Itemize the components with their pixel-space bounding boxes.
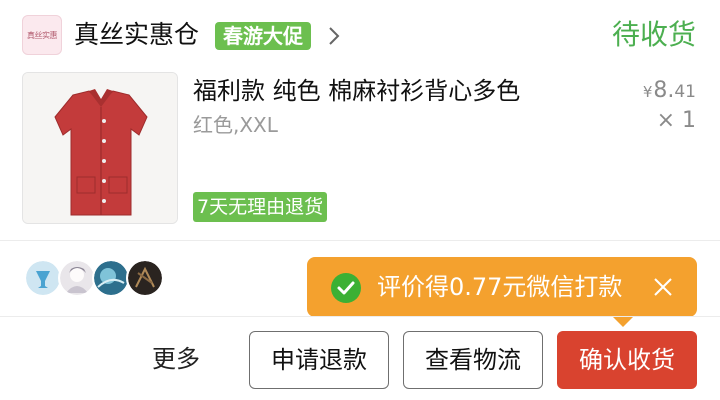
anime-avatar[interactable]: [58, 259, 96, 297]
wechat-icon: [331, 273, 361, 303]
divider: [0, 316, 720, 317]
promo-badge[interactable]: 春游大促: [215, 22, 311, 50]
dark-avatar[interactable]: [126, 259, 164, 297]
product-variant: 红色,XXL: [193, 113, 278, 137]
view-logistics-button[interactable]: 查看物流: [403, 331, 543, 389]
price-integer: 8.: [653, 78, 675, 103]
shop-logo[interactable]: 真丝实惠: [22, 15, 62, 55]
order-status: 待收货: [611, 18, 696, 51]
product-row[interactable]: 福利款 纯色 棉麻衬衫背心多色 红色,XXL 7天无理由退货 ¥8.41 × 1: [0, 64, 720, 240]
return-policy-badge: 7天无理由退货: [193, 192, 328, 222]
planet-avatar[interactable]: [92, 259, 130, 297]
shop-name[interactable]: 真丝实惠仓: [74, 17, 199, 53]
confirm-receipt-button[interactable]: 确认收货: [557, 331, 697, 389]
product-price: ¥8.41: [643, 76, 696, 107]
close-icon[interactable]: [651, 275, 675, 299]
cup-avatar[interactable]: [24, 259, 62, 297]
reward-text: 评价得0.77元微信打款: [377, 273, 623, 301]
product-title[interactable]: 福利款 纯色 棉麻衬衫背心多色: [193, 74, 520, 108]
price-currency: ¥: [642, 83, 653, 101]
product-image[interactable]: [22, 72, 178, 224]
shop-header: 真丝实惠 真丝实惠仓 春游大促 待收货: [0, 0, 720, 64]
chevron-right-icon[interactable]: [324, 26, 344, 46]
apply-refund-button[interactable]: 申请退款: [249, 331, 389, 389]
price-cents: 41: [674, 82, 696, 102]
shop-logo-text: 真丝实惠: [27, 30, 58, 40]
divider: [0, 240, 720, 241]
product-quantity: × 1: [656, 108, 696, 133]
shirt-icon: [23, 73, 177, 223]
reviewer-avatars[interactable]: [24, 259, 184, 297]
reward-tooltip[interactable]: 评价得0.77元微信打款: [307, 257, 697, 327]
more-button[interactable]: 更多: [152, 342, 200, 376]
